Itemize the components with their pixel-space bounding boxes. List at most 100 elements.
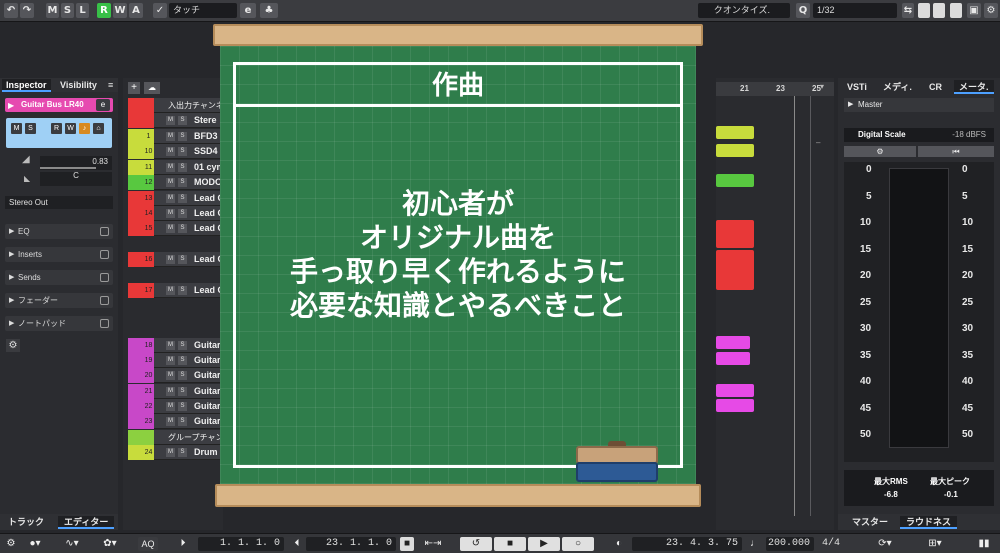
inspector-monitor-icon[interactable]: ♪ <box>79 123 90 134</box>
track-row[interactable]: 11 M S 01 cym <box>128 160 225 175</box>
pan-control[interactable]: C <box>40 172 112 186</box>
notepad-icon[interactable] <box>100 319 109 328</box>
track-mute-button[interactable]: M <box>166 387 175 396</box>
track-solo-button[interactable]: S <box>178 209 187 218</box>
quantize-select[interactable]: クオンタイズ. <box>698 3 790 18</box>
track-solo-button[interactable]: S <box>178 163 187 172</box>
event-modo[interactable] <box>716 174 754 187</box>
event-lead[interactable] <box>716 250 754 290</box>
tab-visibility[interactable]: Visibility <box>56 79 101 92</box>
track-solo-button[interactable]: S <box>178 178 187 187</box>
track-row[interactable]: 22 M S Guitar <box>128 399 223 414</box>
track-solo-button[interactable]: S <box>178 371 187 380</box>
waveform-icon[interactable]: ∿▾ <box>60 537 84 551</box>
track-row[interactable]: 24 M S Drum <box>128 445 223 460</box>
section-notepad[interactable]: ▶ ノートパッド <box>5 316 113 331</box>
track-row[interactable]: 15 M S Lead G <box>128 221 225 236</box>
tab-vsti[interactable]: VSTi <box>842 80 872 94</box>
track-mute-button[interactable]: M <box>166 147 175 156</box>
right-locator-icon[interactable]: ⏴ <box>290 537 304 551</box>
track-mute-button[interactable]: M <box>166 371 175 380</box>
track-row[interactable]: 12 M S MODO <box>128 175 223 190</box>
track-mute-button[interactable]: M <box>166 417 175 426</box>
track-mute-button[interactable]: M <box>166 341 175 350</box>
auto-quantize-button[interactable]: AQ <box>138 537 158 551</box>
tab-cr[interactable]: CR <box>924 80 947 94</box>
meter-reset-icon[interactable]: ⏮ <box>918 146 994 157</box>
record-button[interactable]: ○ <box>562 537 594 551</box>
track-mute-button[interactable]: M <box>166 286 175 295</box>
track-solo-button[interactable]: S <box>178 448 187 457</box>
play-button[interactable]: ▶ <box>528 537 560 551</box>
track-row[interactable]: 23 M S Guitar <box>128 414 223 429</box>
inspector-lock-icon[interactable]: ⌂ <box>93 123 104 134</box>
metronome-icon[interactable]: ⚙ <box>4 537 18 551</box>
time-signature-field[interactable]: 4/4 <box>818 537 844 551</box>
left-locator-field[interactable]: 1. 1. 1. 0 <box>198 537 284 551</box>
automation-mode-icon[interactable]: ✓ <box>153 3 167 18</box>
tab-inspector[interactable]: Inspector <box>2 79 51 92</box>
track-row[interactable]: M S Stere <box>128 113 223 128</box>
tempo-track-icon[interactable]: ♩ <box>748 537 762 551</box>
tempo-field[interactable]: 200.000 <box>766 537 814 551</box>
track-row[interactable]: グループチャンネル <box>128 430 239 445</box>
track-row[interactable]: 10 M S SSD4 <box>128 144 223 159</box>
read-automation-button[interactable]: R <box>97 3 111 18</box>
track-row[interactable]: 14 M S Lead G <box>128 206 225 221</box>
meter-settings-icon[interactable]: ⚙ <box>844 146 916 157</box>
inspector-settings-icon[interactable]: ⚙ <box>6 339 20 352</box>
track-row[interactable]: 1 M S BFD3 <box>128 129 223 144</box>
track-solo-button[interactable]: S <box>178 387 187 396</box>
track-mute-button[interactable]: M <box>166 448 175 457</box>
inspector-mute-button[interactable]: M <box>11 123 22 134</box>
undo-icon[interactable]: ↶ <box>4 3 18 18</box>
track-row[interactable]: 16 M S Lead G <box>128 252 225 267</box>
track-solo-button[interactable]: S <box>178 116 187 125</box>
sends-icon[interactable] <box>100 273 109 282</box>
lock-icon[interactable]: ■ <box>400 537 414 551</box>
pad-icon[interactable]: ✿▾ <box>100 537 120 551</box>
volume-fader[interactable]: 0.83 <box>40 156 112 170</box>
tab-media[interactable]: メディ. <box>878 80 917 94</box>
quantize-value-select[interactable]: 1/32 <box>813 3 897 18</box>
section-inserts[interactable]: ▶ Inserts <box>5 247 113 262</box>
section-eq[interactable]: ▶ EQ <box>5 224 113 239</box>
track-solo-button[interactable]: S <box>178 286 187 295</box>
track-row[interactable]: 20 M S Guitar <box>128 368 223 383</box>
window-layout-icon[interactable]: ▣ <box>967 3 981 18</box>
set-quantize-icon[interactable]: ⇆ <box>902 3 914 18</box>
event-guitar[interactable] <box>716 399 754 412</box>
zoom-icon[interactable]: – <box>816 138 826 148</box>
track-mute-button[interactable]: M <box>166 116 175 125</box>
layout-bottom-icon[interactable] <box>933 3 945 18</box>
automation-button[interactable]: A <box>129 3 143 18</box>
tab-loudness[interactable]: ラウドネス <box>900 516 958 529</box>
output-routing[interactable]: Stereo Out <box>5 196 113 209</box>
inserts-icon[interactable] <box>100 250 109 259</box>
track-row[interactable]: 入出力チャンネル <box>128 98 232 113</box>
track-row[interactable]: 13 M S Lead G <box>128 191 225 206</box>
track-row[interactable]: 19 M S Guitar <box>128 353 223 368</box>
track-mute-button[interactable]: M <box>166 356 175 365</box>
track-solo-button[interactable]: S <box>178 356 187 365</box>
layout-right-icon[interactable] <box>950 3 962 18</box>
event-guitar[interactable] <box>716 336 750 349</box>
event-lead[interactable] <box>716 220 754 248</box>
listen-button[interactable]: L <box>76 3 89 18</box>
click-icon[interactable]: ⊞▾ <box>920 537 950 551</box>
event-ssd4[interactable] <box>716 144 754 157</box>
settings-icon[interactable]: ⚙ <box>984 3 998 18</box>
track-solo-button[interactable]: S <box>178 132 187 141</box>
track-mute-button[interactable]: M <box>166 209 175 218</box>
track-solo-button[interactable]: S <box>178 255 187 264</box>
inspector-menu-icon[interactable]: ≡ <box>104 79 117 92</box>
cycle-button[interactable]: ↺ <box>460 537 492 551</box>
write-automation-button[interactable]: W <box>113 3 127 18</box>
track-solo-button[interactable]: S <box>178 147 187 156</box>
track-mute-button[interactable]: M <box>166 178 175 187</box>
track-solo-button[interactable]: S <box>178 224 187 233</box>
track-mute-button[interactable]: M <box>166 224 175 233</box>
sync-icon[interactable]: ⟳▾ <box>870 537 900 551</box>
ruler[interactable]: 21 23 25 <box>716 82 834 96</box>
track-mute-button[interactable]: M <box>166 163 175 172</box>
